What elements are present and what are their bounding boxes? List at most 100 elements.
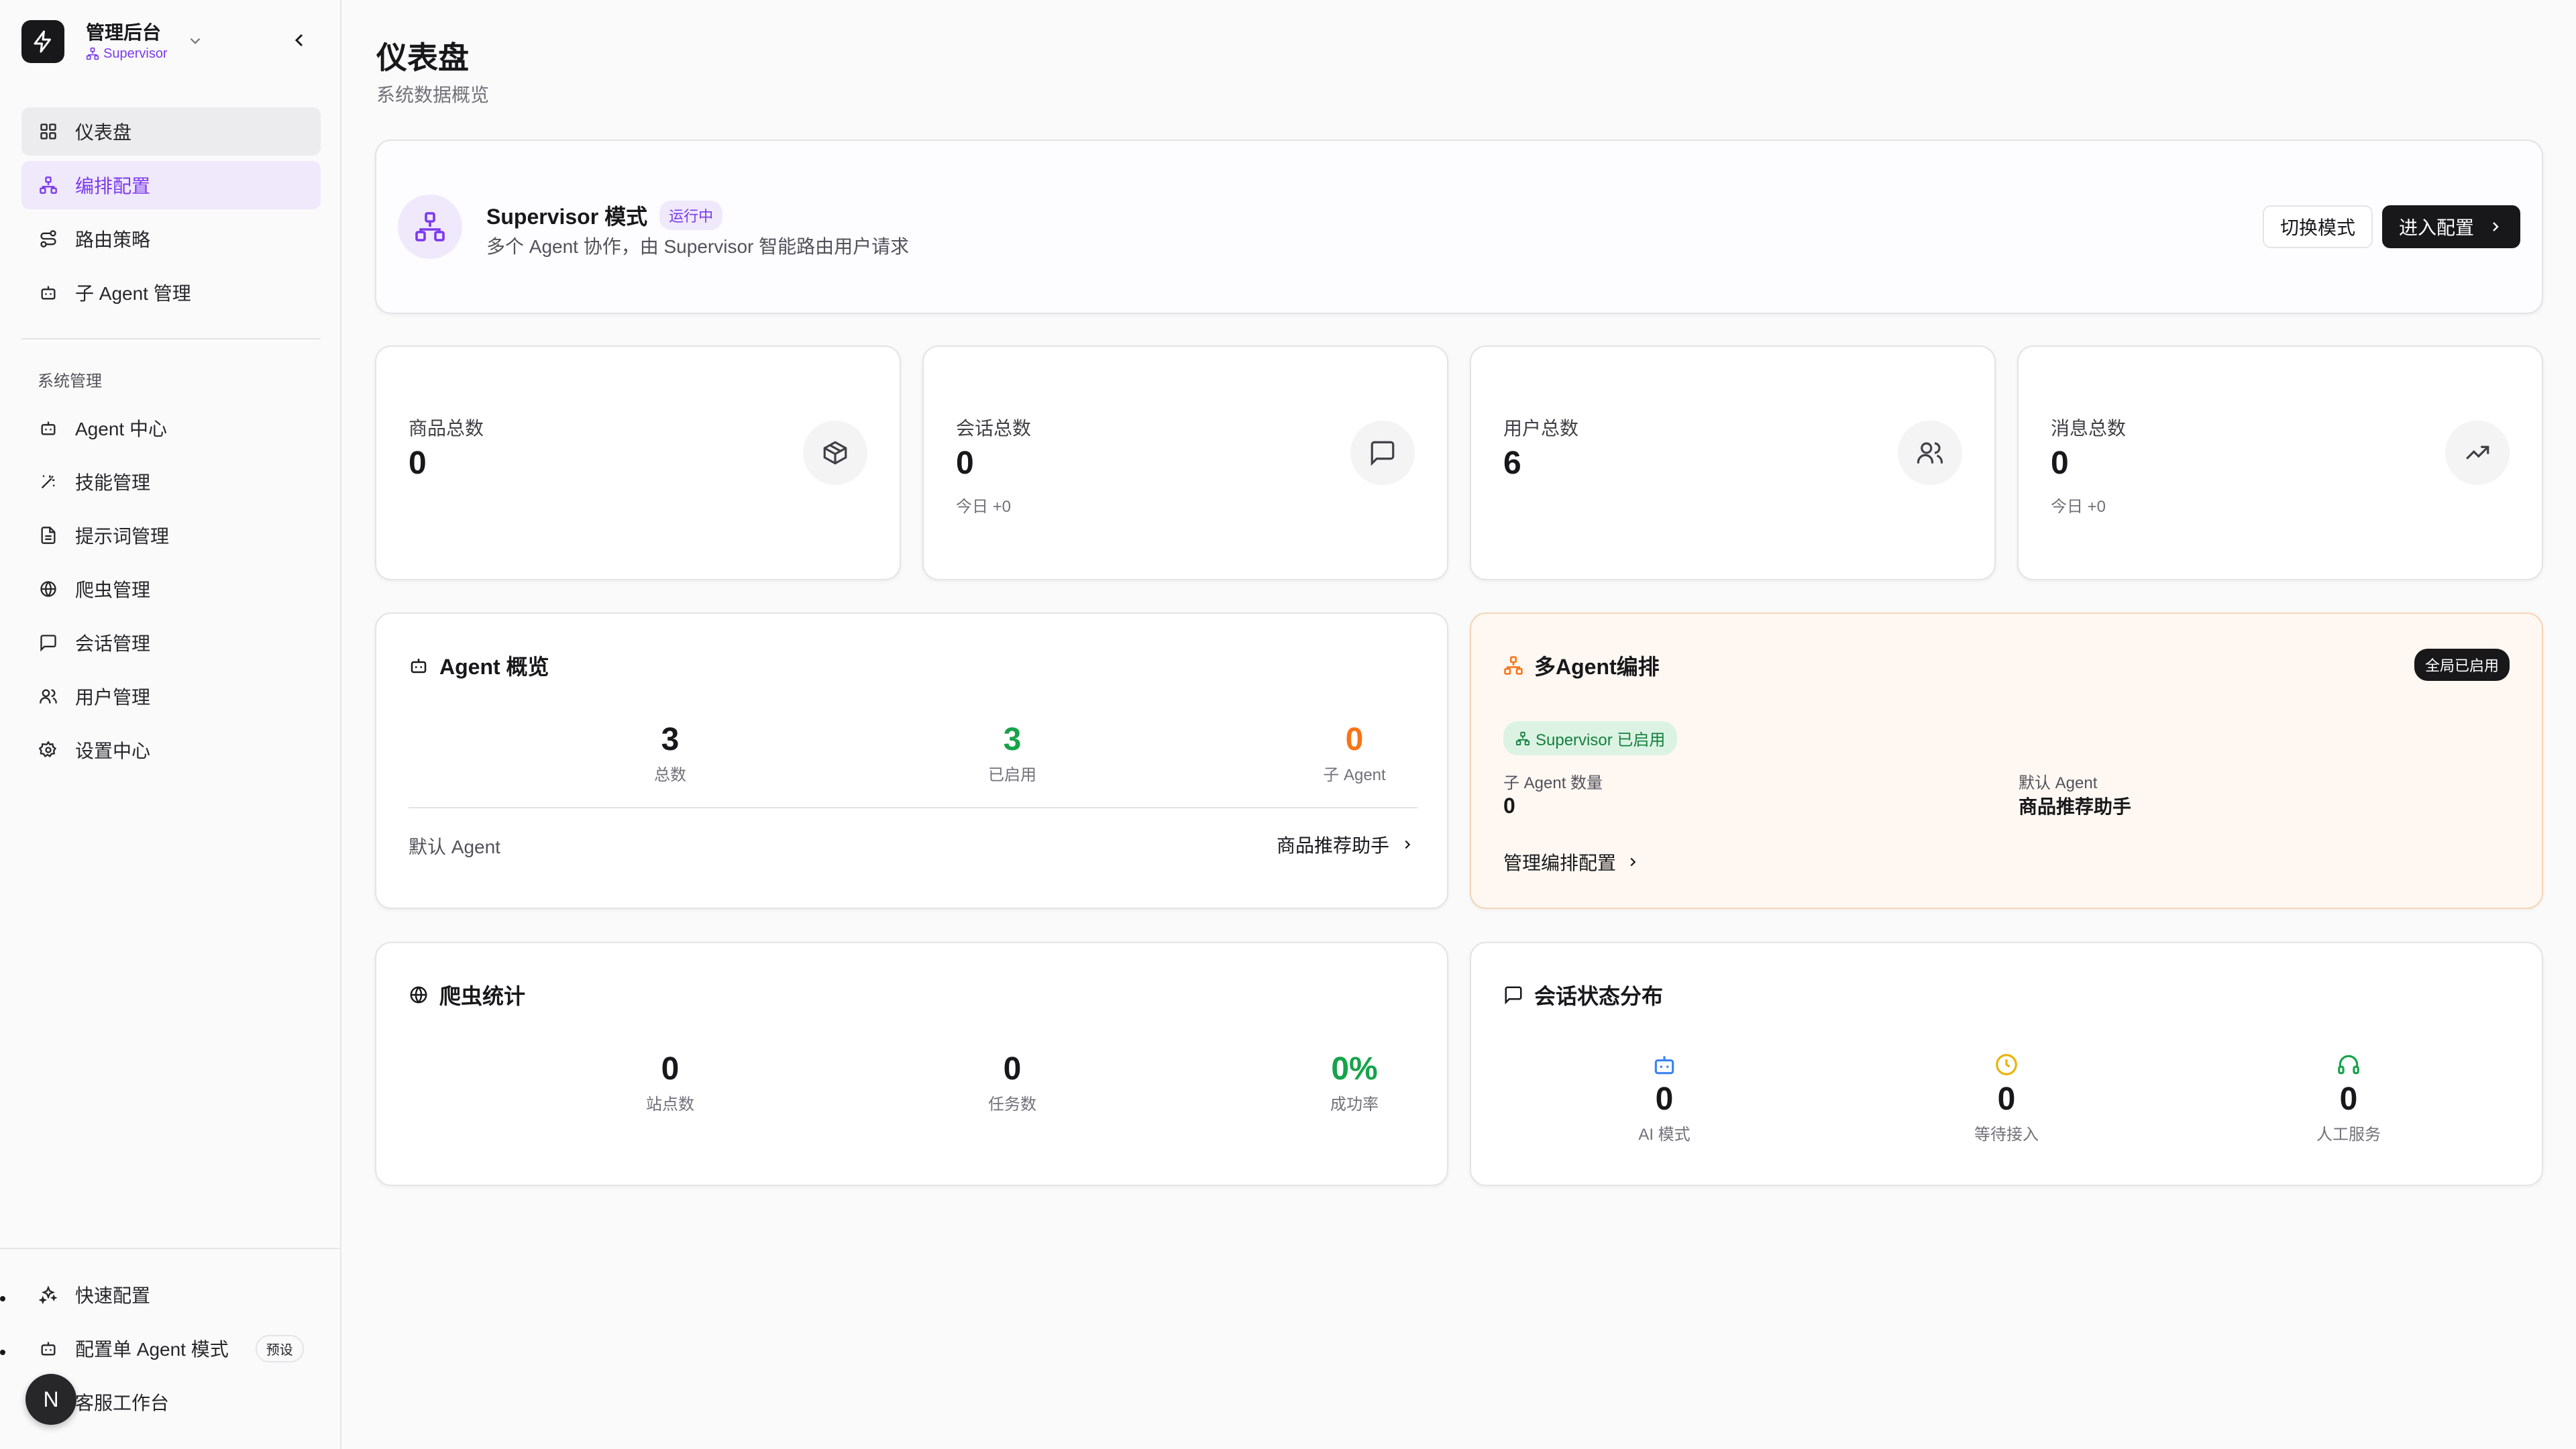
metric-value: 0 [1997,1081,2016,1117]
stat-card-products: 商品总数 0 [375,345,901,580]
metric-tasks: 0 任务数 [912,1051,1113,1114]
metric-total: 3 总数 [570,721,771,785]
nav-label: 会话管理 [75,633,151,654]
page-title: 仪表盘 [376,40,469,75]
stat-label: 消息总数 [2051,418,2127,439]
metric-human-service: 0 人工服务 [2248,1052,2449,1144]
card-title: 会话状态分布 [1534,984,1664,1008]
bot-icon [38,1338,59,1359]
nav-label: 仪表盘 [75,122,132,143]
avatar[interactable]: N [25,1374,76,1425]
nav-settings[interactable]: 设置中心 [21,726,321,774]
mode-title-row: Supervisor 模式 运行中 [486,200,723,231]
metric-ai-mode: 0 AI 模式 [1564,1052,1765,1144]
metric-success-rate: 0% 成功率 [1254,1051,1455,1114]
nav-label: 爬虫管理 [75,580,151,600]
headset-icon [2248,1052,2449,1081]
stat-value: 0 [2051,445,2069,481]
default-agent-value: 商品推荐助手 [2019,796,2132,817]
nav-agent-center[interactable]: Agent 中心 [21,404,321,452]
bullet-dot [0,1350,5,1355]
nav-routing[interactable]: 路由策略 [21,215,321,263]
bot-icon [38,282,59,303]
metric-label: 总数 [654,766,686,784]
metric-label: 任务数 [988,1095,1036,1114]
card-header: 多Agent编排 [1503,650,1660,681]
nav-single-agent-mode[interactable]: 配置单 Agent 模式 预设 [21,1324,321,1373]
manage-orchestration-link[interactable]: 管理编排配置 [1503,849,1640,875]
nav-label: 配置单 Agent 模式 [75,1339,229,1360]
mode-description: 多个 Agent 协作，由 Supervisor 智能路由用户请求 [486,236,910,257]
bot-icon [1564,1052,1765,1081]
nav-label: 子 Agent 管理 [75,283,191,304]
nav-dashboard[interactable]: 仪表盘 [21,107,321,156]
wand-icon [38,471,59,492]
network-icon [398,195,462,259]
message-square-icon [38,632,59,653]
brand-title: 管理后台 [86,22,162,43]
group-label-system: 系统管理 [38,372,102,390]
metric-label: 等待接入 [1974,1126,2039,1144]
nav-quick-config[interactable]: 快速配置 [21,1271,321,1319]
document-icon [38,525,59,546]
network-icon [1515,731,1530,745]
nav-crawler[interactable]: 爬虫管理 [21,565,321,613]
card-header: Agent 概览 [409,650,549,681]
nav-prompts[interactable]: 提示词管理 [21,511,321,559]
grid-icon [38,121,59,142]
nav-conversations[interactable]: 会话管理 [21,619,321,667]
stat-today: 今日 +0 [956,498,1012,516]
card-title: 爬虫统计 [439,984,526,1008]
globe-icon [410,986,427,1004]
chevron-left-icon [294,34,303,47]
metric-value: 0 [1345,722,1364,757]
brand[interactable]: 管理后台 Supervisor [21,20,168,63]
mode-title: Supervisor 模式 [486,205,648,229]
bot-icon [411,659,427,674]
nav-label: 技能管理 [75,472,151,493]
collapse-sidebar-button[interactable] [288,30,310,54]
metric-label: 已启用 [988,766,1036,784]
nav-skills[interactable]: 技能管理 [21,458,321,506]
nav-label: 路由策略 [75,229,151,250]
nav-users[interactable]: 用户管理 [21,672,321,720]
chevron-down-icon[interactable] [186,32,204,53]
bolt-logo-icon [21,20,64,63]
enter-config-button[interactable]: 进入配置 [2382,205,2520,248]
nav-sub-agent[interactable]: 子 Agent 管理 [21,268,321,317]
divider [409,807,1417,808]
nav-label: 客服工作台 [75,1393,170,1413]
stat-card-messages: 消息总数 0 今日 +0 [2017,345,2543,580]
metric-value: 0 [1003,1051,1022,1087]
switch-mode-button[interactable]: 切换模式 [2263,205,2373,248]
metric-label: 人工服务 [2316,1126,2381,1144]
status-badge: 运行中 [659,201,723,230]
card-title: 多Agent编排 [1534,655,1660,679]
metric-value: 0 [2339,1081,2358,1117]
stat-label: 商品总数 [409,418,484,439]
metric-value: 0 [661,1051,680,1087]
sub-agent-count-label: 子 Agent 数量 [1503,774,1603,792]
global-enabled-badge: 全局已启用 [2414,649,2510,681]
card-title: Agent 概览 [439,655,549,679]
metric-label: 站点数 [646,1095,694,1114]
metric-waiting: 0 等待接入 [1906,1052,2107,1144]
brand-sub-label: Supervisor [103,46,168,61]
stat-card-users: 用户总数 6 [1470,345,1996,580]
default-agent-label: 默认 Agent [2019,774,2098,792]
bullet-dot [0,1296,5,1301]
globe-icon [38,578,59,600]
nav-orchestration[interactable]: 编排配置 [21,161,321,209]
card-header: 爬虫统计 [409,979,525,1010]
message-square-icon [1505,986,1522,1005]
default-agent-value: 商品推荐助手 [1276,835,1389,856]
enter-config-label: 进入配置 [2398,217,2474,238]
nav-label: 编排配置 [75,176,151,197]
mode-card: Supervisor 模式 运行中 多个 Agent 协作，由 Supervis… [375,140,2543,314]
default-agent-link[interactable]: 商品推荐助手 [1277,831,1415,858]
page-subtitle: 系统数据概览 [376,85,490,105]
network-icon [38,174,59,196]
route-icon [38,228,59,250]
stat-value: 0 [956,445,974,481]
chevron-right-icon [2493,222,2499,231]
